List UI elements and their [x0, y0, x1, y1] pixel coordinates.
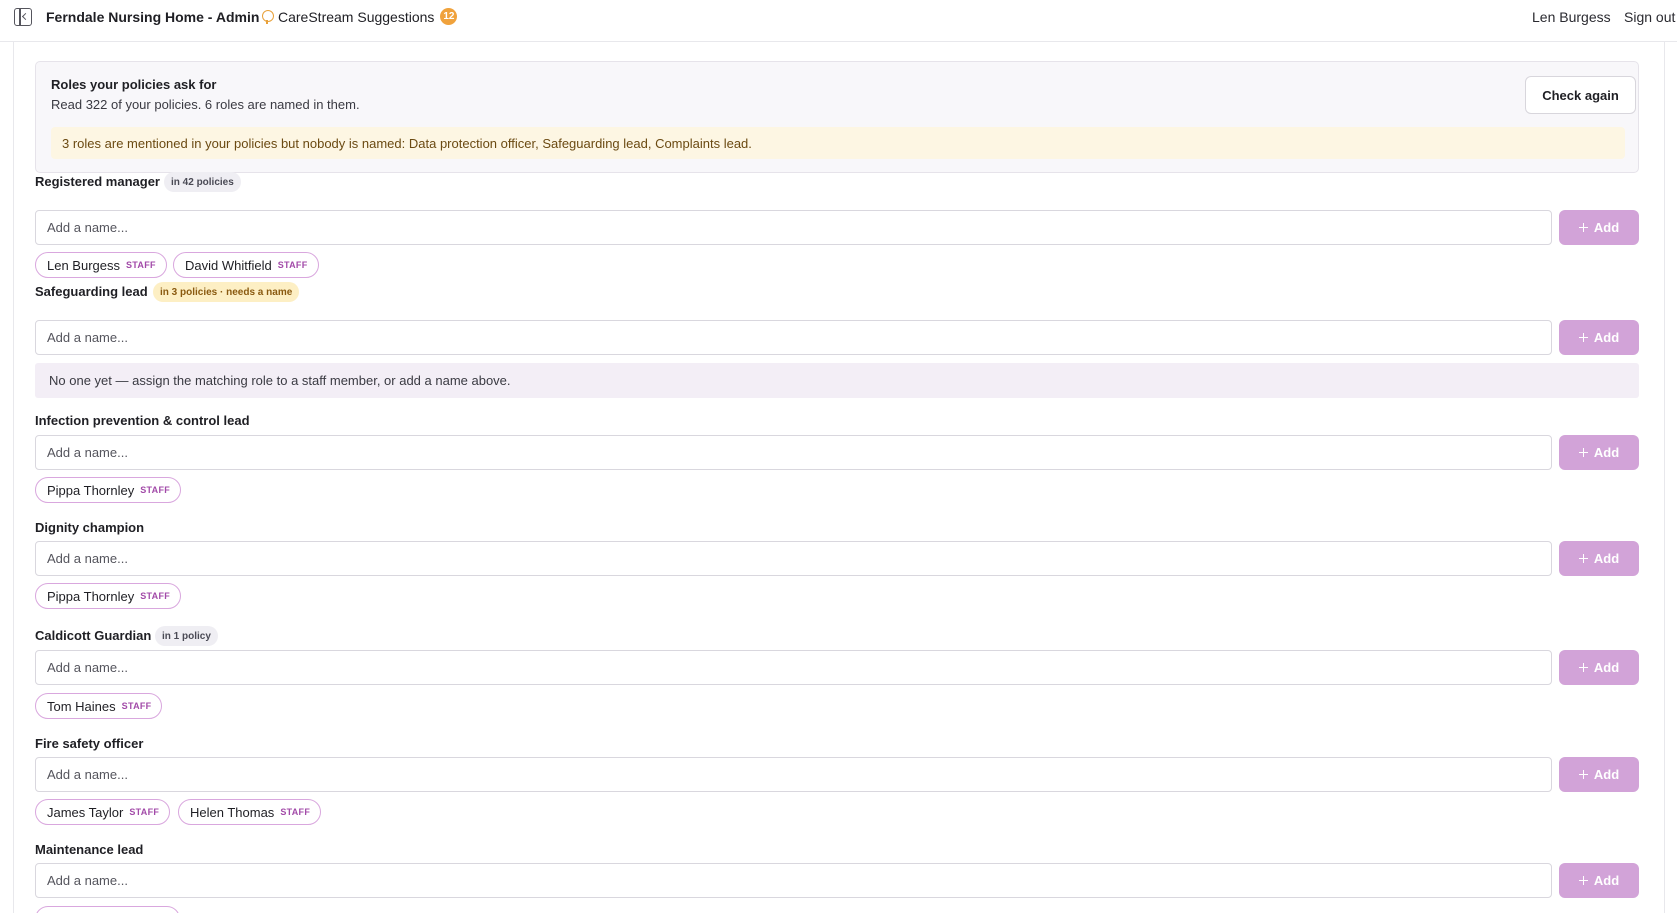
role-label-fire-safety-officer: Fire safety officer	[35, 736, 144, 751]
person-chip[interactable]: James Taylor STAFF	[35, 799, 171, 825]
name-input-registered-manager[interactable]: Add a name...	[35, 210, 1552, 245]
person-chip[interactable]: Pippa Thornley STAFF	[35, 583, 182, 609]
policy-count-pill: in 42 policies	[164, 172, 241, 192]
add-button-registered-manager[interactable]: Add	[1559, 210, 1639, 245]
add-button-fire-safety-officer[interactable]: Add	[1559, 757, 1639, 792]
role-label-infection-control: Infection prevention & control lead	[35, 413, 250, 428]
role-label-caldicott-guardian: Caldicott Guardian	[35, 628, 152, 643]
unnamed-roles-alert: 3 roles are mentioned in your policies b…	[51, 127, 1625, 159]
lightbulb-icon	[262, 9, 274, 24]
role-label-dignity-champion: Dignity champion	[35, 520, 145, 535]
add-button-infection-control[interactable]: Add	[1559, 435, 1639, 470]
person-chip[interactable]: David Whitfield STAFF	[173, 252, 319, 278]
plus-icon	[1578, 663, 1588, 672]
name-input-fire-safety-officer[interactable]: Add a name...	[35, 757, 1552, 792]
top-bar: Ferndale Nursing Home - Admin CareStream…	[0, 0, 1677, 42]
plus-icon	[1578, 876, 1588, 885]
person-chip[interactable]: Tom Haines STAFF	[35, 693, 163, 719]
add-button-dignity-champion[interactable]: Add	[1559, 541, 1639, 576]
add-button-safeguarding-lead[interactable]: Add	[1559, 320, 1639, 355]
summary-text: Read 322 of your policies. 6 roles are n…	[51, 97, 360, 112]
policy-count-pill: in 1 policy	[155, 626, 218, 646]
suggestions-label: CareStream Suggestions	[278, 8, 435, 25]
plus-icon	[1578, 554, 1588, 563]
role-label-safeguarding-lead: Safeguarding lead	[35, 284, 148, 299]
summary-title: Roles your policies ask for	[51, 77, 217, 92]
person-chip[interactable]: Pippa Thornley STAFF	[35, 477, 182, 503]
name-input-maintenance-lead[interactable]: Add a name...	[35, 863, 1552, 898]
name-input-caldicott-guardian[interactable]: Add a name...	[35, 650, 1552, 685]
add-button-maintenance-lead[interactable]: Add	[1559, 863, 1639, 898]
person-chip[interactable]: Len Burgess STAFF	[35, 252, 167, 278]
role-label-maintenance-lead: Maintenance lead	[35, 842, 144, 857]
app-title: Ferndale Nursing Home - Admin	[46, 9, 260, 25]
name-input-dignity-champion[interactable]: Add a name...	[35, 541, 1552, 576]
empty-role-note: No one yet — assign the matching role to…	[35, 363, 1639, 398]
person-chip[interactable]	[35, 906, 180, 913]
check-again-button[interactable]: Check again	[1525, 76, 1636, 114]
plus-icon	[1578, 770, 1588, 779]
name-input-infection-control[interactable]: Add a name...	[35, 435, 1552, 470]
plus-icon	[1578, 333, 1588, 342]
roles-summary-card: Roles your policies ask for Read 322 of …	[35, 61, 1639, 173]
sidebar-toggle-icon[interactable]	[14, 8, 32, 26]
person-chip[interactable]: Helen Thomas STAFF	[178, 799, 322, 825]
plus-icon	[1578, 223, 1588, 232]
sign-out-link[interactable]: Sign out	[1624, 9, 1675, 25]
user-name[interactable]: Len Burgess	[1532, 9, 1611, 25]
suggestions-link[interactable]: CareStream Suggestions 12	[262, 8, 458, 25]
add-button-caldicott-guardian[interactable]: Add	[1559, 650, 1639, 685]
main-content: Roles your policies ask for Read 322 of …	[13, 42, 1665, 913]
suggestions-count-badge: 12	[440, 8, 458, 25]
needs-name-pill: in 3 policies · needs a name	[153, 282, 300, 302]
plus-icon	[1578, 448, 1588, 457]
role-label-registered-manager: Registered manager	[35, 174, 160, 189]
name-input-safeguarding-lead[interactable]: Add a name...	[35, 320, 1552, 355]
